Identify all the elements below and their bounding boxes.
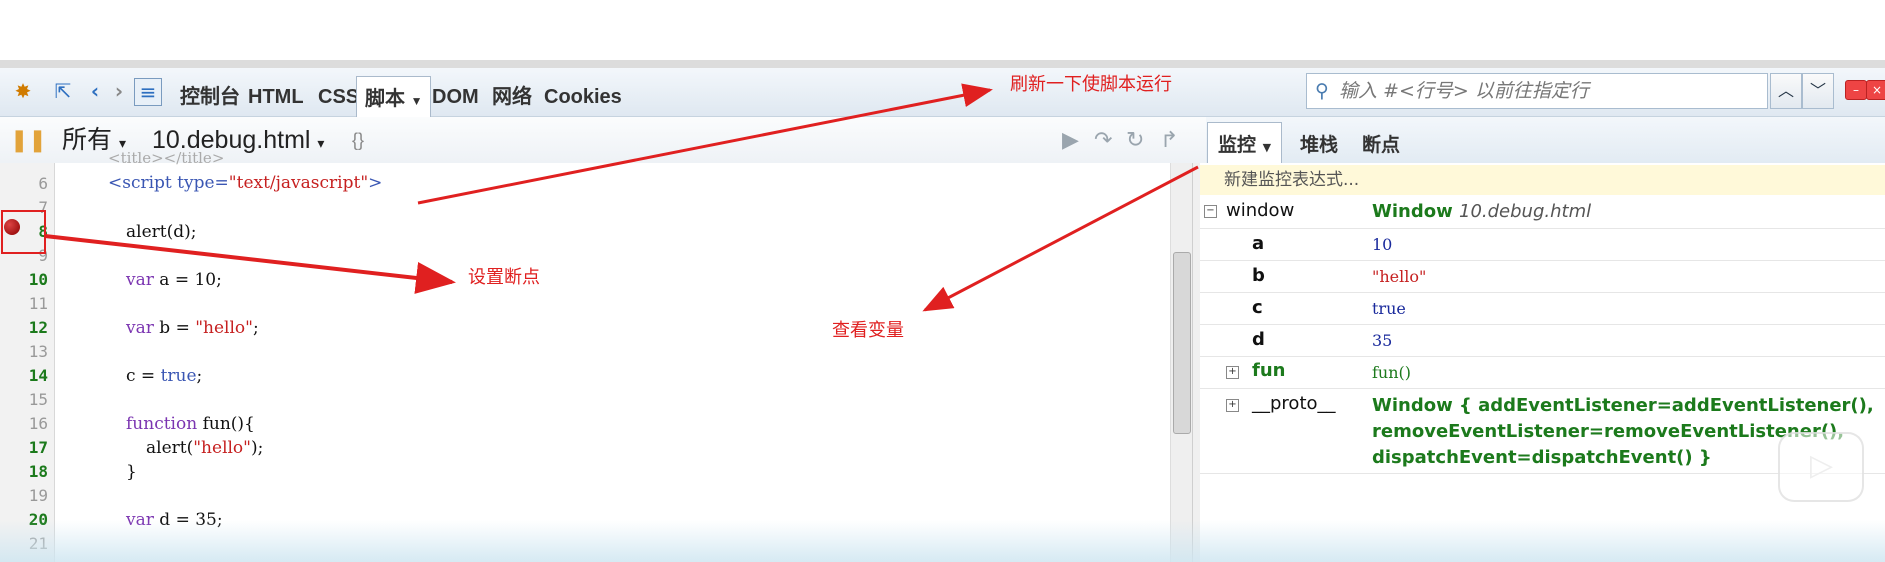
decorative-wave bbox=[0, 520, 1885, 562]
arrow-refresh bbox=[417, 83, 993, 205]
annotation-refresh: 刷新一下使脚本运行 bbox=[1010, 74, 1172, 95]
arrow-view-vars bbox=[922, 165, 1199, 312]
annotation-arrows bbox=[44, 83, 1199, 312]
annotation-breakpoint: 设置断点 bbox=[468, 267, 540, 288]
play-icon: ▷ bbox=[1810, 448, 1834, 483]
annotation-view-vars: 查看变量 bbox=[832, 320, 904, 341]
play-overlay-button[interactable]: ▷ bbox=[1778, 432, 1864, 502]
arrow-breakpoint bbox=[44, 234, 456, 294]
